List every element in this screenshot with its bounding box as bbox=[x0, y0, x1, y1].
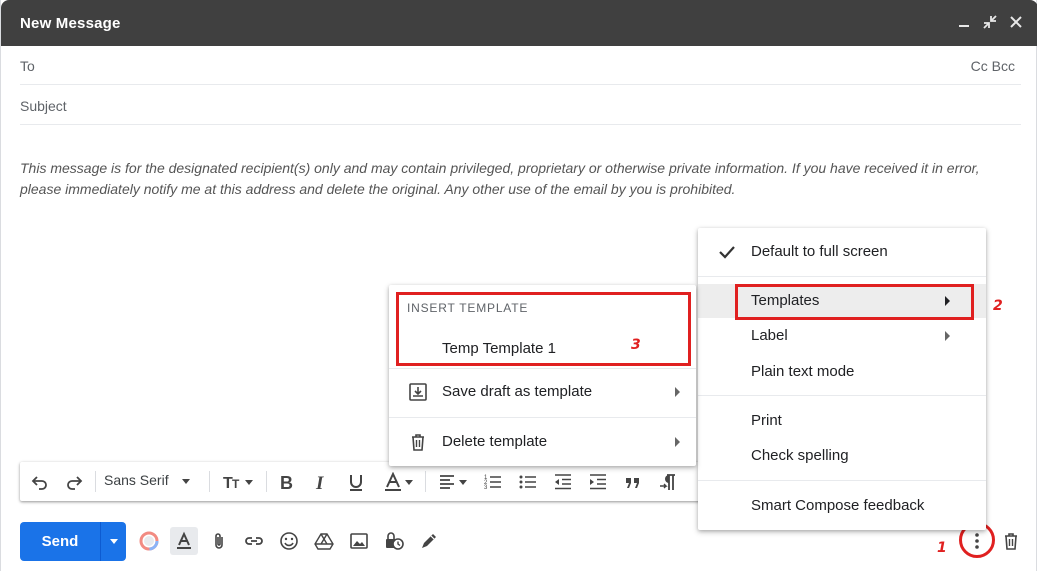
remove-formatting-icon[interactable] bbox=[656, 470, 680, 494]
chevron-right-icon bbox=[675, 387, 680, 397]
numbered-list-icon[interactable]: 123 bbox=[481, 470, 505, 494]
indent-more-icon[interactable] bbox=[586, 470, 610, 494]
insert-signature-icon[interactable] bbox=[417, 529, 441, 553]
toolbar-divider bbox=[425, 471, 426, 492]
menu-item-label[interactable]: Label bbox=[698, 319, 986, 353]
minimize-icon[interactable] bbox=[955, 13, 973, 31]
chevron-right-icon bbox=[675, 437, 680, 447]
compose-titlebar: New Message bbox=[1, 0, 1037, 46]
annotation-step-3: 3 bbox=[631, 337, 641, 353]
to-label: To bbox=[20, 58, 35, 74]
indent-less-icon[interactable] bbox=[551, 470, 575, 494]
align-icon[interactable] bbox=[434, 470, 470, 494]
insert-link-icon[interactable] bbox=[242, 529, 266, 553]
annotation-step-2: 2 bbox=[993, 298, 1003, 314]
google-drive-icon[interactable] bbox=[312, 529, 336, 553]
send-button[interactable]: Send bbox=[20, 522, 100, 561]
menu-item-delete-template[interactable]: Delete template bbox=[389, 425, 696, 459]
font-size-icon[interactable]: TT bbox=[218, 470, 258, 494]
svg-text:I: I bbox=[315, 473, 324, 492]
annotation-step-1: 1 bbox=[937, 540, 947, 556]
menu-item-print[interactable]: Print bbox=[698, 404, 986, 438]
menu-item-default-full-screen[interactable]: Default to full screen bbox=[698, 235, 986, 269]
svg-text:T: T bbox=[232, 477, 240, 491]
close-icon[interactable] bbox=[1007, 13, 1025, 31]
menu-item-plain-text-mode[interactable]: Plain text mode bbox=[698, 355, 986, 389]
subject-field[interactable]: Subject bbox=[20, 86, 1021, 125]
bold-icon[interactable]: B bbox=[274, 470, 298, 494]
insert-photo-icon[interactable] bbox=[347, 529, 371, 553]
svg-text:B: B bbox=[280, 473, 293, 492]
toolbar-divider bbox=[266, 471, 267, 492]
quote-icon[interactable] bbox=[621, 470, 645, 494]
window-title: New Message bbox=[20, 15, 121, 32]
subject-placeholder: Subject bbox=[20, 98, 67, 114]
chevron-down-icon bbox=[109, 539, 118, 544]
text-color-icon[interactable] bbox=[380, 470, 416, 494]
save-template-icon bbox=[408, 382, 428, 406]
to-field[interactable]: To Cc Bcc bbox=[20, 46, 1021, 85]
redo-icon[interactable] bbox=[62, 470, 86, 494]
italic-icon[interactable]: I bbox=[309, 470, 333, 494]
message-body[interactable]: This message is for the designated recip… bbox=[20, 158, 1020, 200]
undo-icon[interactable] bbox=[28, 470, 52, 494]
menu-item-smart-compose-feedback[interactable]: Smart Compose feedback bbox=[698, 489, 986, 523]
chevron-down-icon bbox=[182, 478, 191, 484]
highlight-box-3 bbox=[396, 292, 691, 366]
attach-file-icon[interactable] bbox=[207, 529, 231, 553]
discard-draft-icon[interactable] bbox=[999, 529, 1023, 553]
underline-icon[interactable] bbox=[344, 470, 368, 494]
check-icon bbox=[718, 244, 736, 264]
exit-fullscreen-icon[interactable] bbox=[981, 13, 999, 31]
toolbar-divider bbox=[95, 471, 96, 492]
bulleted-list-icon[interactable] bbox=[516, 470, 540, 494]
font-family-select[interactable]: Sans Serif bbox=[104, 472, 191, 488]
signature-color-icon[interactable] bbox=[137, 529, 161, 553]
emoji-icon[interactable] bbox=[277, 529, 301, 553]
formatting-options-icon[interactable] bbox=[170, 527, 198, 555]
toolbar-divider bbox=[209, 471, 210, 492]
menu-item-check-spelling[interactable]: Check spelling bbox=[698, 439, 986, 473]
more-options-menu: Default to full screen Templates Label P… bbox=[698, 228, 986, 530]
confidential-mode-icon[interactable] bbox=[382, 529, 406, 553]
font-family-value: Sans Serif bbox=[104, 472, 169, 488]
cc-bcc-link[interactable]: Cc Bcc bbox=[971, 58, 1015, 74]
formatting-toolbar: Sans Serif TT B I 123 bbox=[20, 462, 710, 501]
chevron-right-icon bbox=[945, 331, 950, 341]
compose-window: New Message To Cc Bcc Subject This messa… bbox=[0, 0, 1037, 571]
highlight-box-2 bbox=[735, 284, 974, 320]
trash-icon bbox=[408, 432, 428, 456]
menu-item-save-draft-as-template[interactable]: Save draft as template bbox=[389, 375, 696, 409]
send-options-button[interactable] bbox=[100, 522, 126, 561]
svg-text:3: 3 bbox=[484, 485, 488, 491]
